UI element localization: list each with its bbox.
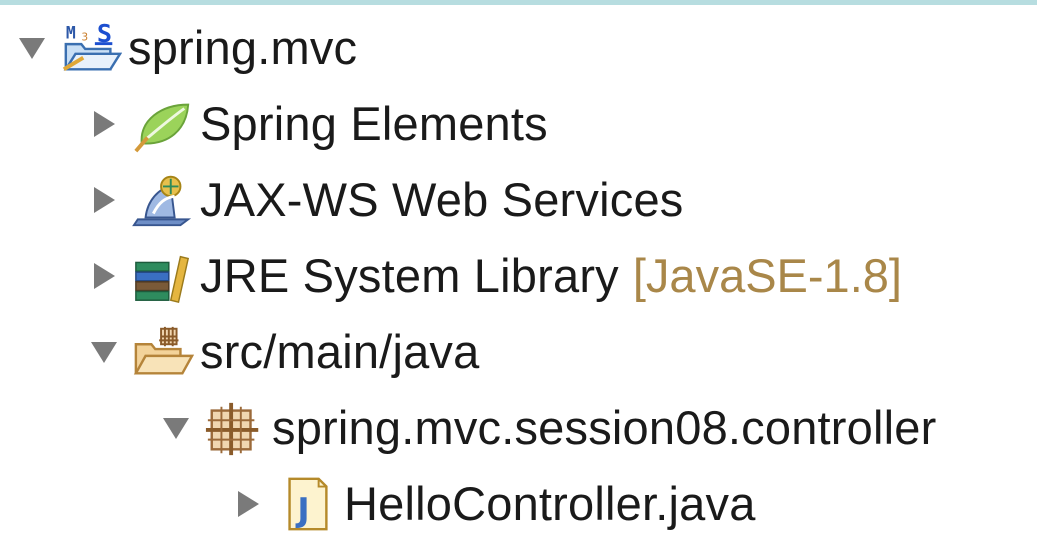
- collapsed-chevron-icon[interactable]: [230, 486, 266, 522]
- svg-text:M: M: [66, 23, 76, 42]
- view-top-border: [0, 0, 1037, 10]
- tree-item-package[interactable]: spring.mvc.session08.controller: [158, 390, 936, 466]
- jre-label: JRE System Library: [200, 249, 619, 302]
- collapsed-chevron-icon[interactable]: [86, 106, 122, 142]
- tree-item-spring-elements[interactable]: Spring Elements: [86, 86, 548, 162]
- jaxws-label: JAX-WS Web Services: [200, 173, 684, 226]
- collapsed-chevron-icon[interactable]: [86, 182, 122, 218]
- source-folder-label: src/main/java: [200, 325, 480, 378]
- tree-item-jre[interactable]: JRE System Library [JavaSE-1.8]: [86, 238, 902, 314]
- tree-item-jaxws[interactable]: JAX-WS Web Services: [86, 162, 684, 238]
- expanded-chevron-icon[interactable]: [14, 30, 50, 66]
- spring-elements-label: Spring Elements: [200, 97, 548, 150]
- svg-text:J: J: [295, 490, 309, 529]
- tree-item-java-file[interactable]: J HelloController.java: [230, 466, 756, 542]
- project-explorer-tree: M 3 S spring.mvc Spring Elements JAX-WS …: [0, 10, 1037, 531]
- package-label: spring.mvc.session08.controller: [272, 401, 937, 454]
- package-icon: [204, 398, 266, 458]
- java-file-label: HelloController.java: [344, 477, 756, 530]
- library-books-icon: [132, 246, 194, 306]
- spring-leaf-icon: [132, 94, 194, 154]
- jre-version-decoration: [JavaSE-1.8]: [632, 249, 902, 302]
- tree-item-project[interactable]: M 3 S spring.mvc: [14, 10, 357, 86]
- java-file-icon: J: [276, 474, 338, 534]
- web-services-icon: [132, 170, 194, 230]
- project-label: spring.mvc: [128, 21, 358, 74]
- svg-text:3: 3: [81, 30, 88, 43]
- collapsed-chevron-icon[interactable]: [86, 258, 122, 294]
- source-folder-icon: [132, 322, 194, 382]
- expanded-chevron-icon[interactable]: [86, 334, 122, 370]
- tree-item-source-folder[interactable]: src/main/java: [86, 314, 479, 390]
- expanded-chevron-icon[interactable]: [158, 410, 194, 446]
- maven-spring-project-icon: M 3 S: [60, 18, 122, 78]
